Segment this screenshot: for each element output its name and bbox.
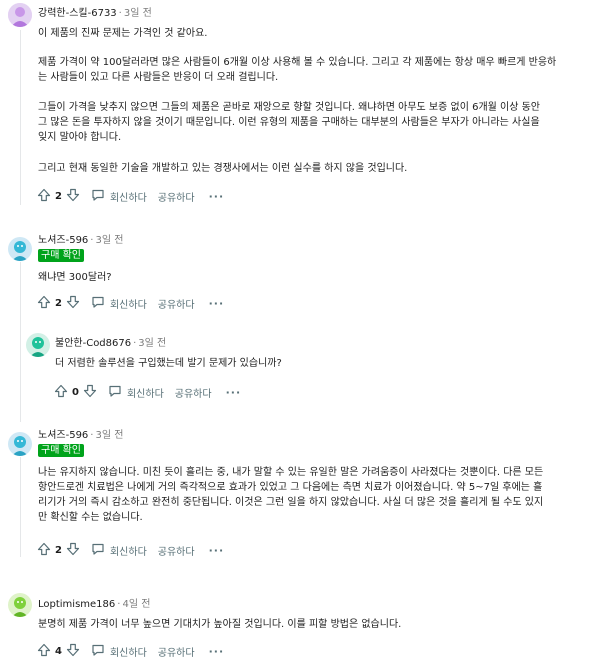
comment-meta: Loptimisme186 · 4일 전 xyxy=(38,598,150,612)
reply-label: 회신하다 xyxy=(109,299,147,311)
thread-line xyxy=(20,457,21,557)
share-label: 공유하다 xyxy=(157,192,195,204)
vote-count: 0 xyxy=(72,386,79,398)
separator-dot: · xyxy=(118,8,122,19)
comment-text: 더 저렴한 솔루션을 구입했는데 발기 문제가 있습니까? xyxy=(55,358,282,369)
author-name[interactable]: Loptimisme186 xyxy=(38,599,115,610)
reply-button[interactable]: 회신하다 xyxy=(91,188,147,205)
avatar[interactable] xyxy=(8,3,32,27)
vote-count: 2 xyxy=(55,190,62,202)
comment-bubble-icon xyxy=(91,188,105,205)
comment-meta: 노셔즈-596 · 3일 전 xyxy=(38,234,123,248)
reply-label: 회신하다 xyxy=(109,546,147,558)
timestamp[interactable]: 3일 전 xyxy=(95,235,123,246)
comment-meta: 불안한-Cod8676 · 3일 전 xyxy=(55,337,166,351)
reply-button[interactable]: 회신하다 xyxy=(108,384,164,401)
share-button[interactable]: 공유하다 xyxy=(158,644,195,659)
comment-bubble-icon xyxy=(108,384,122,401)
comment-actions: 2 회신하다 공유하다 ··· xyxy=(37,295,224,311)
thread-line xyxy=(20,30,21,205)
downvote-icon[interactable] xyxy=(66,188,80,205)
comment-bubble-icon xyxy=(91,295,105,312)
separator-dot: · xyxy=(90,235,94,246)
share-label: 공유하다 xyxy=(174,388,212,400)
share-label: 공유하다 xyxy=(157,546,195,558)
user-avatar-icon xyxy=(8,432,32,456)
reply-label: 회신하다 xyxy=(126,388,164,400)
upvote-icon[interactable] xyxy=(54,384,68,401)
timestamp[interactable]: 4일 전 xyxy=(122,599,150,610)
upvote-icon[interactable] xyxy=(37,542,51,559)
comment-text: 그리고 현재 동일한 기술을 개발하고 있는 경쟁사에서는 이런 실수를 하지 … xyxy=(38,163,408,174)
author-name[interactable]: 불안한-Cod8676 xyxy=(55,338,131,349)
thread-line xyxy=(20,262,21,422)
comment-actions: 4 회신하다 공유하다 ··· xyxy=(37,643,224,659)
avatar[interactable] xyxy=(8,432,32,456)
more-options-icon[interactable]: ··· xyxy=(209,544,225,557)
reply-label: 회신하다 xyxy=(109,192,147,204)
share-label: 공유하다 xyxy=(157,299,195,311)
timestamp[interactable]: 3일 전 xyxy=(124,8,152,19)
share-label: 공유하다 xyxy=(157,647,195,659)
user-avatar-icon xyxy=(26,333,50,357)
downvote-icon[interactable] xyxy=(66,295,80,312)
reply-button[interactable]: 회신하다 xyxy=(91,295,147,312)
avatar[interactable] xyxy=(26,333,50,357)
more-options-icon[interactable]: ··· xyxy=(209,190,225,203)
more-options-icon[interactable]: ··· xyxy=(209,297,225,310)
comment-text: 나는 유지하지 않습니다. 미친 듯이 흘리는 중, 내가 말할 수 있는 유일… xyxy=(38,467,544,523)
comment-bubble-icon xyxy=(91,542,105,559)
user-avatar-icon xyxy=(8,237,32,261)
downvote-icon[interactable] xyxy=(83,384,97,401)
upvote-icon[interactable] xyxy=(37,643,51,660)
purchase-verified-badge: 구매 확인 xyxy=(38,249,84,262)
author-name[interactable]: 노셔즈-596 xyxy=(38,430,88,441)
more-options-icon[interactable]: ··· xyxy=(209,645,225,658)
avatar[interactable] xyxy=(8,593,32,617)
reply-button[interactable]: 회신하다 xyxy=(91,643,147,660)
share-button[interactable]: 공유하다 xyxy=(175,385,212,400)
separator-dot: · xyxy=(117,599,121,610)
upvote-icon[interactable] xyxy=(37,295,51,312)
vote-count: 2 xyxy=(55,297,62,309)
author-name[interactable]: 노셔즈-596 xyxy=(38,235,88,246)
comment-text: 그들이 가격을 낮추지 않으면 그들의 제품은 곧바로 재앙으로 향할 것입니다… xyxy=(38,102,541,143)
share-button[interactable]: 공유하다 xyxy=(158,189,195,204)
comment-actions: 0 회신하다 공유하다 ··· xyxy=(54,384,241,400)
comment-text: 이 제품의 진짜 문제는 가격인 것 같아요. xyxy=(38,28,208,39)
user-avatar-icon xyxy=(8,593,32,617)
share-button[interactable]: 공유하다 xyxy=(158,296,195,311)
comment-text: 왜냐면 300달러? xyxy=(38,272,112,283)
comment-actions: 2 회신하다 공유하다 ··· xyxy=(37,542,224,558)
comment-text: 제품 가격이 약 100달러라면 많은 사람들이 6개월 이상 사용해 볼 수 … xyxy=(38,57,557,83)
upvote-icon[interactable] xyxy=(37,188,51,205)
timestamp[interactable]: 3일 전 xyxy=(138,338,166,349)
purchase-verified-badge: 구매 확인 xyxy=(38,444,84,457)
avatar[interactable] xyxy=(8,237,32,261)
comment-text: 분명히 제품 가격이 너무 높으면 기대치가 높아질 것입니다. 이를 피할 방… xyxy=(38,619,402,630)
user-avatar-icon xyxy=(8,3,32,27)
comment-actions: 2 회신하다 공유하다 ··· xyxy=(37,188,224,204)
downvote-icon[interactable] xyxy=(66,643,80,660)
timestamp[interactable]: 3일 전 xyxy=(95,430,123,441)
separator-dot: · xyxy=(90,430,94,441)
share-button[interactable]: 공유하다 xyxy=(158,543,195,558)
more-options-icon[interactable]: ··· xyxy=(226,386,242,399)
author-name[interactable]: 강력한-스킬-6733 xyxy=(38,8,117,19)
reply-label: 회신하다 xyxy=(109,647,147,659)
vote-count: 4 xyxy=(55,645,62,657)
separator-dot: · xyxy=(133,338,137,349)
reply-button[interactable]: 회신하다 xyxy=(91,542,147,559)
comment-meta: 노셔즈-596 · 3일 전 xyxy=(38,429,123,443)
comment-meta: 강력한-스킬-6733 · 3일 전 xyxy=(38,7,152,21)
vote-count: 2 xyxy=(55,544,62,556)
comment-bubble-icon xyxy=(91,643,105,660)
downvote-icon[interactable] xyxy=(66,542,80,559)
